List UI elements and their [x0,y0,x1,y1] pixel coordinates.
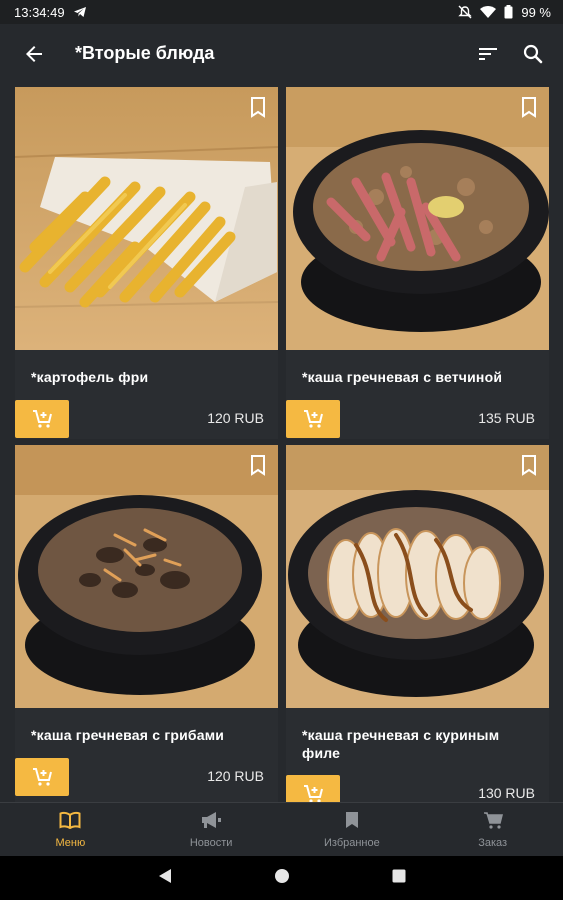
book-icon [59,811,81,834]
product-price: 130 RUB [478,785,535,801]
product-price: 135 RUB [478,410,535,426]
bookmark-icon[interactable] [248,96,268,118]
back-arrow-icon[interactable] [22,42,46,66]
telegram-icon [73,6,87,18]
product-photo-fries[interactable] [15,87,278,350]
bookmark-icon [344,811,360,834]
product-name: *каша гречневая с грибами [31,727,225,743]
product-price: 120 RUB [207,768,264,784]
home-circle-icon[interactable] [274,868,290,889]
add-to-cart-button[interactable] [286,775,340,802]
tab-favorites[interactable]: Избранное [282,803,423,856]
back-triangle-icon[interactable] [158,868,172,889]
wifi-icon [480,6,497,18]
app-bar: *Вторые блюда [0,24,563,84]
battery-icon [504,5,513,19]
cart-icon [483,811,503,834]
product-photo-buckwheat-mushrooms[interactable] [15,445,278,708]
search-icon[interactable] [521,42,545,66]
tab-order[interactable]: Заказ [422,803,563,856]
bookmark-icon[interactable] [248,454,268,476]
tab-menu[interactable]: Меню [0,803,141,856]
battery-level: 99 % [521,4,551,20]
add-to-cart-button[interactable] [286,400,340,438]
product-card[interactable]: *каша гречневая с куриным филе 130 RUB [286,445,549,802]
product-name: *каша гречневая с ветчиной [302,369,503,385]
page-title: *Вторые блюда [75,43,215,63]
status-time: 13:34:49 [14,4,65,20]
status-bar: 13:34:49 99 % [0,0,563,24]
add-to-cart-button[interactable] [15,400,69,438]
system-navigation-bar [0,856,563,900]
product-name: *каша гречневая с куриным филе [302,727,500,761]
bookmark-icon[interactable] [519,96,539,118]
product-grid: *картофель фри 120 RUB *каша гречневая с… [0,84,563,802]
product-photo-buckwheat-chicken[interactable] [286,445,549,708]
tab-news[interactable]: Новости [141,803,282,856]
tab-order-label: Заказ [478,836,508,849]
product-price: 120 RUB [207,410,264,426]
megaphone-icon [200,811,222,834]
product-photo-buckwheat-ham[interactable] [286,87,549,350]
mute-icon [458,5,473,19]
bookmark-icon[interactable] [519,454,539,476]
product-card[interactable]: *каша гречневая с грибами 120 RUB [15,445,278,802]
product-card[interactable]: *каша гречневая с ветчиной 135 RUB [286,87,549,439]
product-card[interactable]: *картофель фри 120 RUB [15,87,278,439]
bottom-navigation: Меню Новости Избранное Заказ [0,802,563,856]
sort-icon[interactable] [476,42,500,66]
add-to-cart-button[interactable] [15,758,69,796]
tab-menu-label: Меню [55,836,86,849]
tab-favorites-label: Избранное [324,836,380,849]
recents-square-icon[interactable] [392,869,406,888]
product-name: *картофель фри [31,369,149,385]
tab-news-label: Новости [189,836,233,849]
